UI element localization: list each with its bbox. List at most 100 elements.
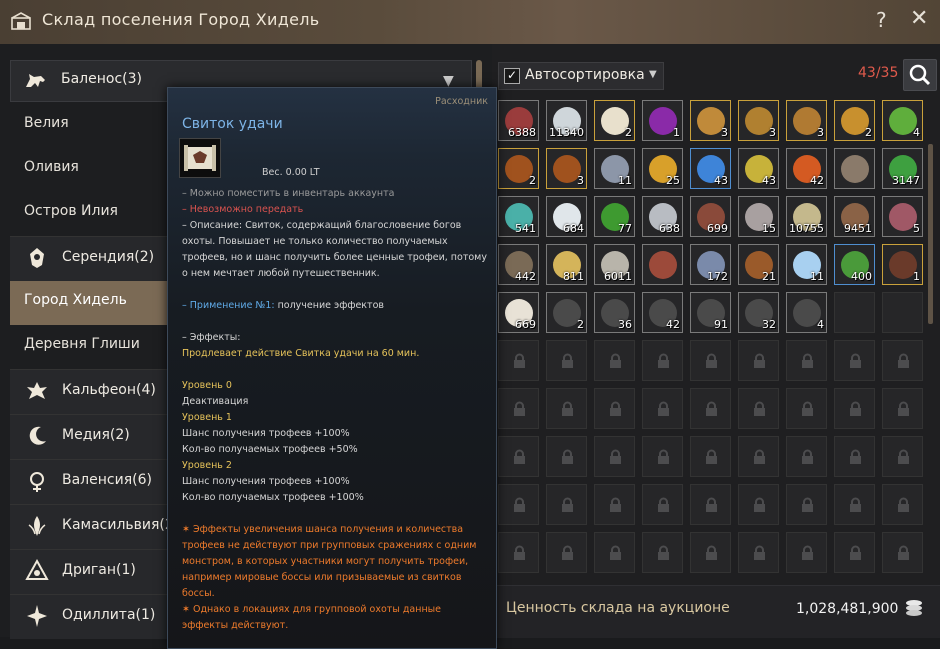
warehouse-item-slot[interactable]: 32 xyxy=(738,292,779,333)
item-count: 669 xyxy=(515,318,536,331)
warehouse-panel: ✓ Автосортировка ▼ 43/35 6388 11340 2 1 3 3 3 2… xyxy=(492,44,940,638)
lock-icon xyxy=(850,353,861,368)
search-button[interactable] xyxy=(903,59,937,91)
item-count: 3 xyxy=(721,126,728,139)
lock-icon xyxy=(610,353,621,368)
warehouse-item-slot[interactable] xyxy=(642,244,683,285)
warehouse-item-slot[interactable]: 2 xyxy=(594,100,635,141)
lock-icon xyxy=(706,497,717,512)
item-category: Расходник xyxy=(435,96,488,107)
lock-icon xyxy=(658,497,669,512)
warehouse-item-slot[interactable]: 3 xyxy=(546,148,587,189)
window-title: Склад поселения Город Хидель xyxy=(42,10,320,29)
warehouse-item-slot[interactable]: 43 xyxy=(738,148,779,189)
warehouse-item-slot[interactable]: 172 xyxy=(690,244,731,285)
lock-icon xyxy=(898,401,909,416)
scrollbar[interactable] xyxy=(928,144,933,324)
warehouse-item-slot[interactable]: 36 xyxy=(594,292,635,333)
locked-slot xyxy=(546,532,587,573)
item-count: 6388 xyxy=(508,126,536,139)
region-label: Кальфеон(4) xyxy=(62,382,156,398)
locked-slot xyxy=(882,436,923,477)
warehouse-item-slot[interactable]: 43 xyxy=(690,148,731,189)
warehouse-item-slot[interactable]: 400 xyxy=(834,244,875,285)
region-label: Медия(2) xyxy=(62,427,130,443)
warehouse-item-slot[interactable]: 684 xyxy=(546,196,587,237)
lock-icon xyxy=(706,401,717,416)
region-label: Дриган(1) xyxy=(62,562,136,578)
tooltip-line: Деактивация xyxy=(182,396,249,407)
warehouse-item-slot[interactable]: 4 xyxy=(786,292,827,333)
warehouse-item-slot[interactable]: 21 xyxy=(738,244,779,285)
warehouse-item-slot[interactable]: 77 xyxy=(594,196,635,237)
lock-icon xyxy=(898,449,909,464)
help-button[interactable]: ? xyxy=(876,8,887,32)
warehouse-item-slot[interactable]: 3 xyxy=(786,100,827,141)
warehouse-item-slot[interactable]: 5 xyxy=(882,196,923,237)
warehouse-item-slot[interactable]: 11 xyxy=(594,148,635,189)
warehouse-item-slot[interactable]: 3 xyxy=(690,100,731,141)
warehouse-item-slot[interactable]: 42 xyxy=(642,292,683,333)
item-count: 6011 xyxy=(604,270,632,283)
close-button[interactable]: ✕ xyxy=(910,6,928,31)
warehouse-item-slot[interactable]: 25 xyxy=(642,148,683,189)
item-count: 811 xyxy=(563,270,584,283)
warehouse-item-slot[interactable]: 442 xyxy=(498,244,539,285)
lock-icon xyxy=(610,497,621,512)
tooltip-line: – Применение №1: получение эффектов xyxy=(182,298,488,314)
warehouse-item-slot[interactable]: 11 xyxy=(786,244,827,285)
empty-slot[interactable] xyxy=(882,292,923,333)
warehouse-item-slot[interactable]: 6388 xyxy=(498,100,539,141)
item-count: 4 xyxy=(817,318,824,331)
warehouse-item-slot[interactable]: 1 xyxy=(642,100,683,141)
autosort-checkbox[interactable]: ✓ xyxy=(504,68,520,84)
autosort-dropdown[interactable]: ✓ Автосортировка ▼ xyxy=(498,62,664,90)
item-count: 3 xyxy=(769,126,776,139)
lock-icon xyxy=(658,353,669,368)
warehouse-item-slot[interactable]: 11340 xyxy=(546,100,587,141)
empty-slot[interactable] xyxy=(834,292,875,333)
item-count: 21 xyxy=(762,270,776,283)
window-titlebar: Склад поселения Город Хидель ? ✕ xyxy=(0,0,940,45)
warehouse-item-slot[interactable]: 699 xyxy=(690,196,731,237)
locked-slot xyxy=(498,484,539,525)
warehouse-item-slot[interactable]: 3147 xyxy=(882,148,923,189)
locked-slot xyxy=(594,340,635,381)
lock-icon xyxy=(610,449,621,464)
warehouse-item-slot[interactable]: 91 xyxy=(690,292,731,333)
warehouse-item-slot[interactable]: 15 xyxy=(738,196,779,237)
warehouse-item-slot[interactable]: 638 xyxy=(642,196,683,237)
warehouse-item-slot[interactable]: 3 xyxy=(738,100,779,141)
warehouse-item-slot[interactable] xyxy=(834,148,875,189)
warehouse-item-slot[interactable]: 10755 xyxy=(786,196,827,237)
item-count: 1 xyxy=(673,126,680,139)
warehouse-item-slot[interactable]: 2 xyxy=(546,292,587,333)
locked-slot xyxy=(834,340,875,381)
warehouse-item-slot[interactable]: 811 xyxy=(546,244,587,285)
warehouse-item-slot[interactable]: 541 xyxy=(498,196,539,237)
warehouse-item-slot[interactable]: 9451 xyxy=(834,196,875,237)
warehouse-value-label: Ценность склада на аукционе xyxy=(506,600,730,616)
locked-slot xyxy=(642,436,683,477)
item-count: 9451 xyxy=(844,222,872,235)
warehouse-item-slot[interactable]: 1 xyxy=(882,244,923,285)
warehouse-item-slot[interactable]: 42 xyxy=(786,148,827,189)
lock-icon xyxy=(514,401,525,416)
warehouse-item-slot[interactable]: 2 xyxy=(498,148,539,189)
locked-slot xyxy=(882,484,923,525)
warehouse-item-slot[interactable]: 6011 xyxy=(594,244,635,285)
item-count: 541 xyxy=(515,222,536,235)
warehouse-item-slot[interactable]: 4 xyxy=(882,100,923,141)
lock-icon xyxy=(562,449,573,464)
item-count: 36 xyxy=(618,318,632,331)
serendia-emblem-icon xyxy=(30,248,44,268)
usage-text: получение эффектов xyxy=(274,300,384,311)
warehouse-item-slot[interactable]: 2 xyxy=(834,100,875,141)
warehouse-item-slot[interactable]: 669 xyxy=(498,292,539,333)
lock-icon xyxy=(802,353,813,368)
lock-icon xyxy=(706,353,717,368)
search-icon xyxy=(909,64,931,86)
lock-icon xyxy=(562,497,573,512)
warehouse-icon xyxy=(11,12,31,30)
town-item-heidel[interactable]: Город Хидель xyxy=(10,281,170,325)
